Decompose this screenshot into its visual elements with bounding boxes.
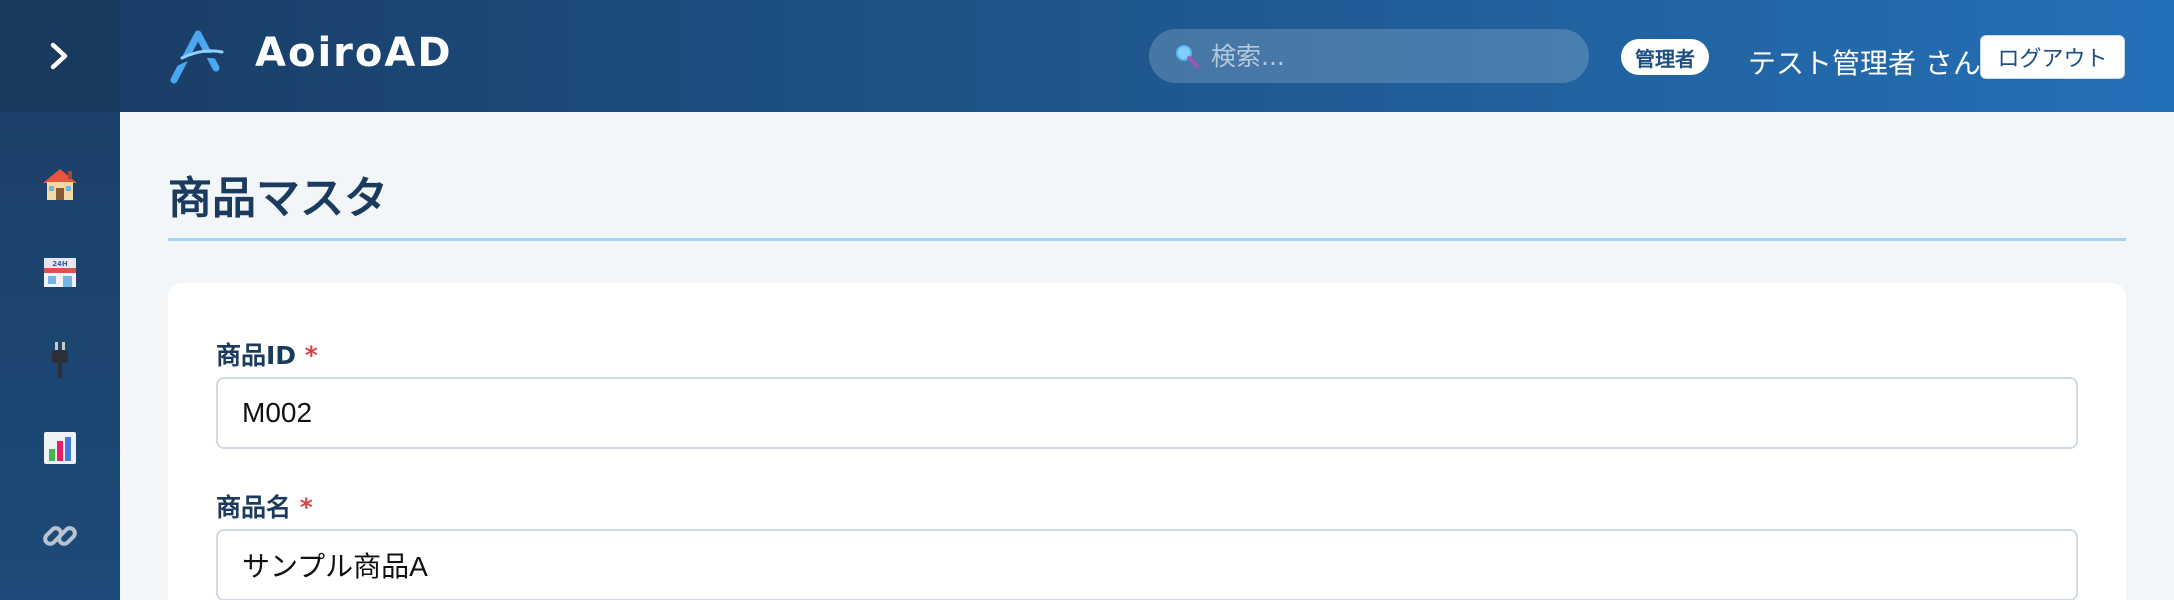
sidebar: 24H xyxy=(0,0,120,600)
aoiro-logo-icon xyxy=(169,30,227,84)
product-name-input[interactable] xyxy=(216,529,2078,600)
search-icon xyxy=(1176,45,1199,68)
user-name: テスト管理者 さん xyxy=(1748,47,1981,80)
electric-plug-icon xyxy=(52,342,68,378)
product-id-label-text: 商品ID xyxy=(216,341,297,370)
convenience-store-icon: 24H xyxy=(44,258,76,287)
sidebar-item-links[interactable] xyxy=(0,492,120,580)
bar-chart-icon xyxy=(44,432,76,464)
search-box[interactable] xyxy=(1149,29,1589,83)
house-icon xyxy=(43,169,77,200)
top-header: AoiroAD 管理者 テスト管理者 さん ログアウト xyxy=(120,0,2174,112)
sidebar-item-store[interactable]: 24H xyxy=(0,228,120,316)
svg-text:24H: 24H xyxy=(52,260,68,268)
page-title: 商品マスタ xyxy=(168,173,388,224)
logout-button[interactable]: ログアウト xyxy=(1980,35,2125,79)
product-name-label: 商品名 * xyxy=(216,488,313,524)
title-divider xyxy=(168,238,2126,241)
required-mark: * xyxy=(304,341,318,370)
product-name-label-text: 商品名 xyxy=(216,493,292,522)
chevron-right-icon xyxy=(50,42,68,70)
sidebar-item-power[interactable] xyxy=(0,316,120,404)
search-input[interactable] xyxy=(1211,41,1571,71)
sidebar-nav: 24H xyxy=(0,140,120,580)
brand-name: AoiroAD xyxy=(255,30,453,76)
product-id-label: 商品ID * xyxy=(216,336,318,372)
sidebar-toggle-button[interactable] xyxy=(0,0,120,112)
required-mark: * xyxy=(299,493,313,522)
sidebar-item-home[interactable] xyxy=(0,140,120,228)
role-badge: 管理者 xyxy=(1621,39,1709,75)
link-icon xyxy=(43,526,77,546)
sidebar-item-reports[interactable] xyxy=(0,404,120,492)
product-form-card: 商品ID * 商品名 * xyxy=(168,283,2126,600)
product-id-input[interactable] xyxy=(216,377,2078,449)
